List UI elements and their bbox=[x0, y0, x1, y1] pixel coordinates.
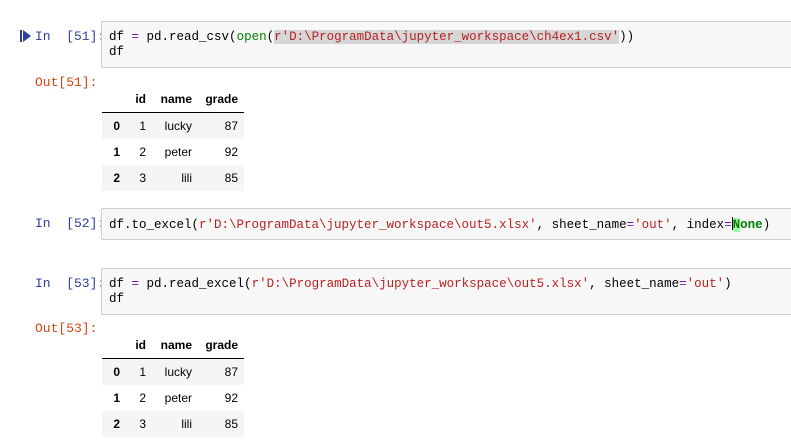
column-header: id bbox=[126, 86, 152, 113]
table-cell: 3 bbox=[139, 171, 146, 185]
table-cell: peter bbox=[164, 391, 192, 405]
output-prompt: Out[53]: bbox=[35, 321, 98, 336]
table-cell: lucky bbox=[164, 119, 192, 133]
table-cell: lili bbox=[181, 171, 192, 185]
table-cell: 2 bbox=[139, 391, 146, 405]
string-literal: r'D:\ProgramData\jupyter_workspace\out5.… bbox=[199, 218, 537, 232]
index-header bbox=[102, 86, 126, 113]
row-index: 0 bbox=[113, 119, 120, 133]
table-cell: lili bbox=[181, 417, 192, 431]
string-literal: 'out' bbox=[686, 277, 725, 291]
table-cell: 3 bbox=[139, 417, 146, 431]
table-cell: 92 bbox=[224, 391, 238, 405]
table-row: 0 1 lucky 87 bbox=[102, 112, 244, 139]
keyword: one bbox=[740, 218, 763, 232]
row-index: 2 bbox=[113, 417, 120, 431]
table-row: 2 3 lili 85 bbox=[102, 165, 244, 191]
code-editor[interactable]: df.to_excel(r'D:\ProgramData\jupyter_wor… bbox=[101, 208, 791, 240]
code-editor[interactable]: df = pd.read_excel(r'D:\ProgramData\jupy… bbox=[101, 268, 791, 315]
table-cell: 1 bbox=[139, 119, 146, 133]
input-prompt: In [51]: bbox=[35, 29, 106, 44]
table-row: 1 2 peter 92 bbox=[102, 139, 244, 165]
input-prompt: In [52]: bbox=[35, 216, 106, 231]
code-line: df = pd.read_excel(r'D:\ProgramData\jupy… bbox=[109, 277, 732, 291]
string-literal: r'D:\ProgramData\jupyter_workspace\ch4ex… bbox=[274, 30, 620, 44]
column-header: grade bbox=[198, 86, 244, 113]
table-cell: lucky bbox=[164, 365, 192, 379]
dataframe-table: id name grade 0 1 lucky 87 1 2 peter 92 … bbox=[102, 86, 244, 191]
table-row: 0 1 lucky 87 bbox=[102, 358, 244, 385]
output-prompt: Out[51]: bbox=[35, 75, 98, 90]
string-literal: r'D:\ProgramData\jupyter_workspace\out5.… bbox=[251, 277, 590, 291]
code-line: df bbox=[109, 292, 125, 306]
table-cell: 92 bbox=[224, 145, 238, 159]
column-header: name bbox=[152, 332, 198, 359]
code-line: df bbox=[109, 45, 125, 59]
run-cell-icon[interactable] bbox=[20, 30, 31, 42]
row-index: 1 bbox=[113, 145, 120, 159]
table-cell: 85 bbox=[224, 417, 238, 431]
code-line: df.to_excel(r'D:\ProgramData\jupyter_wor… bbox=[109, 217, 771, 232]
table-cell: 2 bbox=[139, 145, 146, 159]
table-cell: 87 bbox=[224, 365, 238, 379]
row-index: 0 bbox=[113, 365, 120, 379]
column-header: grade bbox=[198, 332, 244, 359]
column-header: id bbox=[126, 332, 152, 359]
row-index: 1 bbox=[113, 391, 120, 405]
table-cell: peter bbox=[164, 145, 192, 159]
code-line: df = pd.read_csv(open(r'D:\ProgramData\j… bbox=[109, 30, 635, 44]
table-cell: 87 bbox=[224, 119, 238, 133]
table-header-row: id name grade bbox=[102, 86, 244, 113]
table-row: 2 3 lili 85 bbox=[102, 411, 244, 437]
dataframe-table: id name grade 0 1 lucky 87 1 2 peter 92 … bbox=[102, 332, 244, 437]
table-cell: 1 bbox=[139, 365, 146, 379]
column-header: name bbox=[152, 86, 198, 113]
string-literal: 'out' bbox=[634, 218, 672, 232]
row-index: 2 bbox=[113, 171, 120, 185]
index-header bbox=[102, 332, 126, 359]
table-header-row: id name grade bbox=[102, 332, 244, 359]
table-cell: 85 bbox=[224, 171, 238, 185]
input-prompt: In [53]: bbox=[35, 276, 106, 291]
table-row: 1 2 peter 92 bbox=[102, 385, 244, 411]
code-editor[interactable]: df = pd.read_csv(open(r'D:\ProgramData\j… bbox=[101, 21, 791, 68]
